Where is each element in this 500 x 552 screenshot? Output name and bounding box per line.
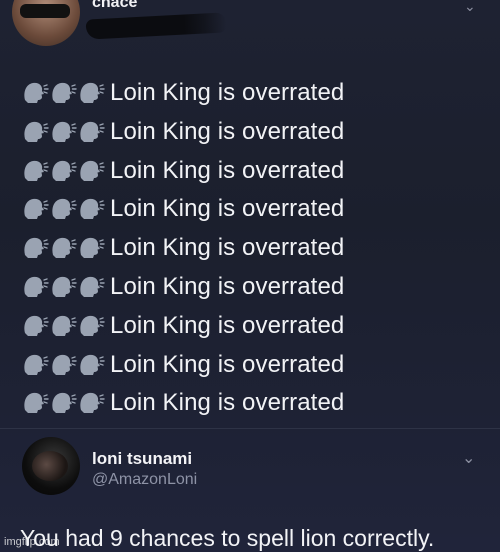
speaking-head-icon xyxy=(78,313,106,339)
emoji-group xyxy=(22,119,110,145)
tweet-line: Loin King is overrated xyxy=(22,192,344,226)
speaking-head-icon xyxy=(50,274,78,300)
speaking-head-icon xyxy=(50,196,78,222)
speaking-head-icon xyxy=(22,158,50,184)
tweet-author-handle[interactable]: chace xyxy=(92,0,137,12)
tweet-line: Loin King is overrated xyxy=(22,154,344,188)
emoji-group xyxy=(22,196,110,222)
tweet-line: Loin King is overrated xyxy=(22,270,344,304)
tweet-line-text: Loin King is overrated xyxy=(110,350,345,378)
emoji-group xyxy=(22,80,110,106)
speaking-head-icon xyxy=(78,158,106,184)
speaking-head-icon xyxy=(22,274,50,300)
avatar-face xyxy=(32,451,68,481)
tweet-line-text: Loin King is overrated xyxy=(110,311,345,339)
tweet-line-text: Loin King is overrated xyxy=(110,273,345,300)
emoji-group xyxy=(22,390,110,416)
emoji-group xyxy=(22,352,110,378)
tweet-line-text: Loin King is overrated xyxy=(110,195,345,223)
emoji-group xyxy=(22,313,110,339)
reply-handle[interactable]: @AmazonLoni xyxy=(92,471,197,489)
tweet-line: Loin King is overrated xyxy=(22,309,344,343)
speaking-head-icon xyxy=(22,313,50,339)
speaking-head-icon xyxy=(78,274,106,300)
emoji-group xyxy=(22,274,110,300)
tweet-line-text: Loin King is overrated xyxy=(110,117,345,145)
speaking-head-icon xyxy=(22,196,50,222)
tweet-line: Loin King is overrated xyxy=(22,348,344,382)
speaking-head-icon xyxy=(22,80,50,106)
speaking-head-icon xyxy=(78,80,106,106)
speaking-head-icon xyxy=(22,235,50,261)
speaking-head-icon xyxy=(78,390,106,416)
tweet-line: Loin King is overrated xyxy=(22,231,344,265)
chevron-down-icon[interactable]: ⌄ xyxy=(462,448,475,468)
speaking-head-icon xyxy=(22,119,50,145)
tweet-line: Loin King is overrated xyxy=(22,386,344,420)
chevron-down-icon[interactable]: ⌄ xyxy=(464,0,476,15)
speaking-head-icon xyxy=(78,119,106,145)
reply-display-name[interactable]: loni tsunami xyxy=(92,449,192,469)
tweet-line-text: Loin King is overrated xyxy=(110,79,345,106)
speaking-head-icon xyxy=(22,352,50,378)
speaking-head-icon xyxy=(50,158,78,184)
tweet-line: Loin King is overrated xyxy=(22,115,344,149)
speaking-head-icon xyxy=(78,352,106,378)
speaking-head-icon xyxy=(78,235,106,261)
speaking-head-icon xyxy=(50,80,78,106)
emoji-group xyxy=(22,158,110,184)
tweet-line-text: Loin King is overrated xyxy=(110,389,345,417)
tweet-line-text: Loin King is overrated xyxy=(110,234,345,262)
emoji-group xyxy=(22,235,110,261)
reply-text: You had 9 chances to spell lion correctl… xyxy=(20,525,435,551)
reply-avatar[interactable] xyxy=(22,437,80,495)
speaking-head-icon xyxy=(50,313,78,339)
tweet-line-text: Loin King is overrated xyxy=(110,156,345,184)
tweet-line: Loin King is overrated xyxy=(22,76,344,110)
divider xyxy=(0,428,500,429)
speaking-head-icon xyxy=(50,390,78,416)
speaking-head-icon xyxy=(78,196,106,222)
speaking-head-icon xyxy=(22,390,50,416)
watermark: imgflip.com xyxy=(4,536,60,548)
speaking-head-icon xyxy=(50,235,78,261)
speaking-head-icon xyxy=(50,352,78,378)
sunglasses-shape xyxy=(20,4,70,18)
speaking-head-icon xyxy=(50,119,78,145)
